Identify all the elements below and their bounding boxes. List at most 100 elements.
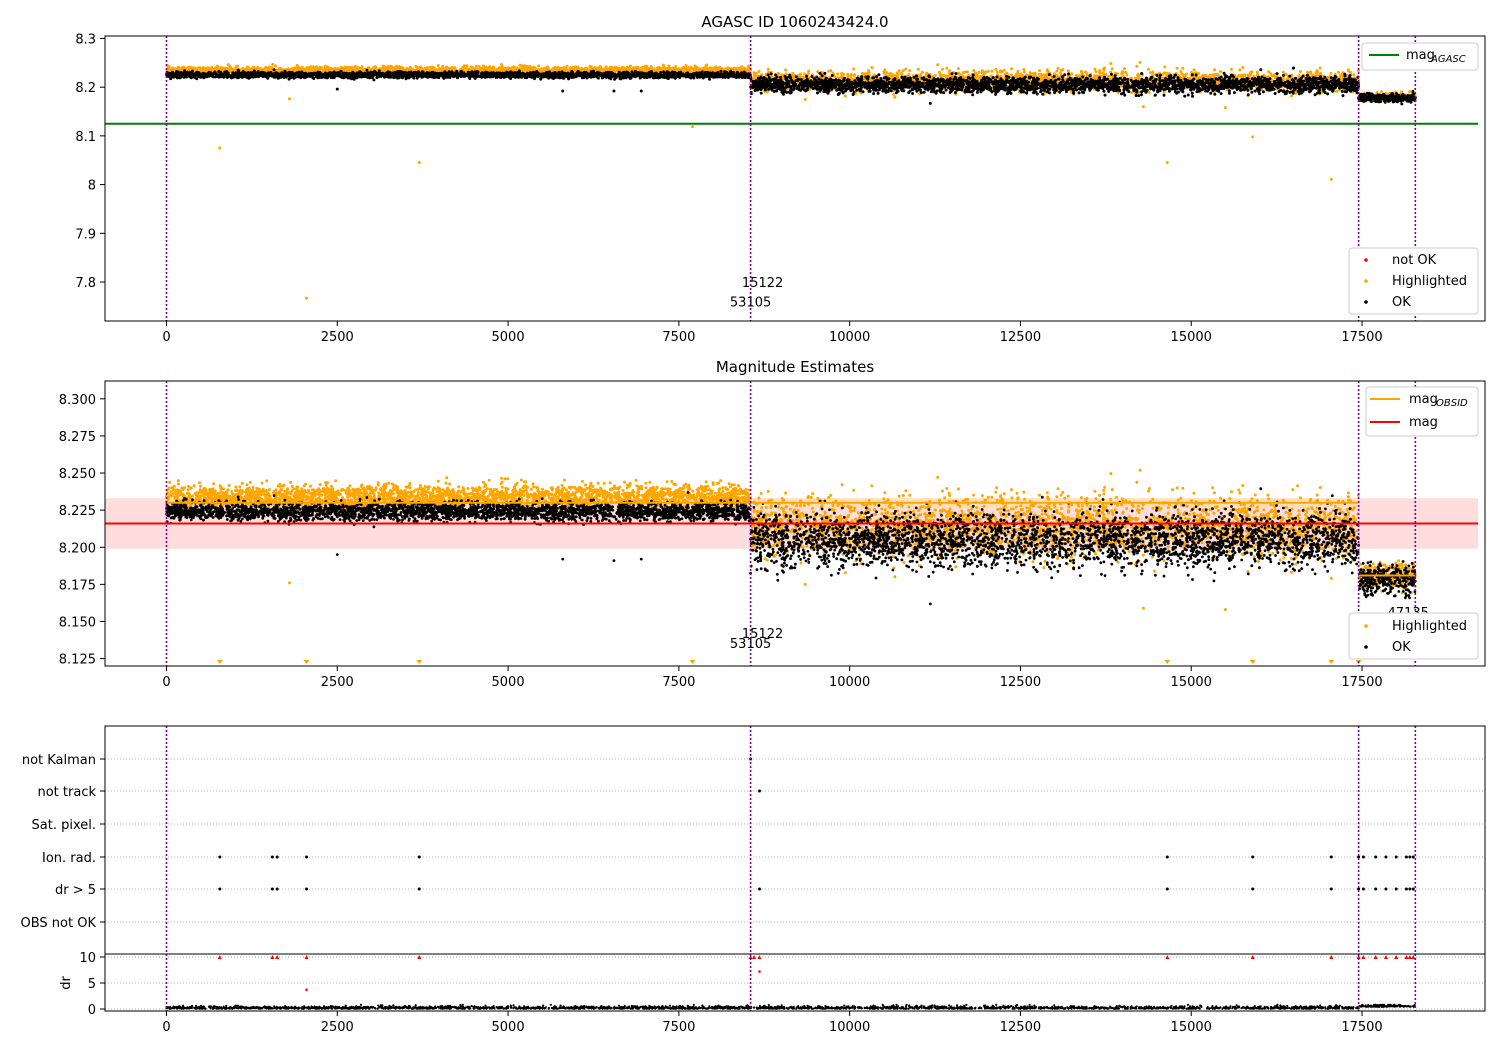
flag-point <box>305 887 309 891</box>
flag-point <box>218 855 222 859</box>
flag-point <box>1404 855 1408 859</box>
offscale-marker <box>416 660 423 664</box>
y-tick-label: 8.1 <box>75 130 96 145</box>
flag-point <box>1384 855 1388 859</box>
data-point <box>561 557 565 561</box>
data-point <box>1141 606 1145 610</box>
y-tick-label: 8.175 <box>59 578 96 593</box>
panel-estimates: Magnitude Estimates 151225310547135 0 250… <box>59 358 1486 690</box>
data-point <box>639 557 643 561</box>
x-tick-label: 5000 <box>492 1020 525 1035</box>
dr-point-red <box>305 988 308 992</box>
x-tick-label: 7500 <box>662 1020 695 1035</box>
panel2-title: Magnitude Estimates <box>716 358 874 376</box>
x-tick-label: 5000 <box>492 330 525 345</box>
panel2-legend-top: mag OBSID mag <box>1365 386 1479 437</box>
data-point <box>1329 576 1333 580</box>
flag-point <box>270 855 274 859</box>
panel1-x-ticks: 02500500075001000012500150001750020000 <box>162 321 1383 345</box>
y-tick-label: 8.150 <box>59 615 96 630</box>
panel-flags: 02500500075001000012500150001750020000 n… <box>21 725 1486 1035</box>
x-tick-label: 5000 <box>492 675 525 690</box>
panel3-frame <box>104 725 1486 1012</box>
flag-row-label: not Kalman <box>22 753 96 768</box>
flag-point <box>1361 887 1365 891</box>
offscale-marker <box>216 660 223 664</box>
legend-ok: OK <box>1392 295 1411 310</box>
flag-point <box>1411 887 1415 891</box>
x-tick-label: 12500 <box>1000 675 1041 690</box>
dr-capped-marker <box>304 955 309 959</box>
flag-row-label: OBS not OK <box>21 916 97 931</box>
x-tick-label: 17500 <box>1341 1020 1382 1035</box>
panel3-x-ticks: 02500500075001000012500150001750020000 <box>162 1011 1383 1035</box>
data-point <box>287 97 291 101</box>
offscale-marker <box>303 660 310 664</box>
flag-point <box>270 887 274 891</box>
data-point <box>335 87 339 91</box>
panel1-title: AGASC ID 1060243424.0 <box>701 13 888 31</box>
y-tick-label: 8.2 <box>75 81 96 96</box>
x-tick-label: 10000 <box>829 1020 870 1035</box>
dr-capped-marker <box>1383 955 1388 959</box>
legend2-highlighted: Highlighted <box>1392 619 1467 634</box>
legend2-ok: OK <box>1392 640 1411 655</box>
flag-point <box>1251 855 1255 859</box>
flag-point <box>1411 855 1415 859</box>
y-tick-label: 8.225 <box>59 504 96 519</box>
data-point <box>612 89 616 93</box>
x-tick-label: 0 <box>162 1020 170 1035</box>
dr-capped-marker <box>752 955 757 959</box>
data-point <box>803 582 807 586</box>
panel2-plot-area: 151225310547135 <box>105 381 1479 666</box>
data-point <box>218 146 222 150</box>
dr-points <box>165 1003 1417 1010</box>
flag-point <box>757 789 761 793</box>
dr-capped-marker <box>1394 955 1399 959</box>
y-tick-label: 8.3 <box>75 32 96 47</box>
dr-capped-marker <box>757 955 762 959</box>
y-tick-label: 8.200 <box>59 541 96 556</box>
dr-tick-label: 10 <box>79 951 96 966</box>
x-tick-label: 7500 <box>662 675 695 690</box>
x-tick-label: 17500 <box>1341 330 1382 345</box>
flag-row-label: dr > 5 <box>55 883 96 898</box>
x-tick-label: 10000 <box>829 675 870 690</box>
data-point <box>287 581 291 585</box>
dr-axis-label: dr <box>59 976 74 990</box>
flag-point <box>417 855 421 859</box>
flag-point <box>1408 855 1412 859</box>
data-point <box>1141 105 1145 109</box>
flag-point <box>1329 855 1333 859</box>
offscale-marker <box>1164 660 1171 664</box>
data-point <box>305 296 309 300</box>
legend-highlighted: Highlighted <box>1392 274 1467 289</box>
flag-point <box>275 887 279 891</box>
flag-row-label: Sat. pixel. <box>32 818 96 833</box>
x-tick-label: 15000 <box>1171 330 1212 345</box>
x-tick-label: 2500 <box>321 1020 354 1035</box>
offscale-marker <box>1328 660 1335 664</box>
y-tick-label: 8.300 <box>59 393 96 408</box>
legend-mag-label: mag <box>1409 415 1438 430</box>
panel2-legend-bottom: Highlighted OK <box>1348 612 1479 660</box>
data-point <box>335 553 339 557</box>
data-point <box>691 125 695 129</box>
y-tick-label: 8 <box>88 179 96 194</box>
legend-mag-agasc-sub: AGASC <box>1430 54 1466 65</box>
flag-row-label: Ion. rad. <box>42 851 96 866</box>
data-point <box>1165 161 1169 165</box>
x-tick-label: 0 <box>162 675 170 690</box>
flag-point <box>1394 855 1398 859</box>
y-tick-label: 8.125 <box>59 653 96 668</box>
flag-point <box>417 887 421 891</box>
flag-point <box>1404 887 1408 891</box>
data-point <box>1329 177 1333 181</box>
dr-capped-marker <box>1165 955 1170 959</box>
panel1-y-ticks: 7.8 7.9 8 8.1 8.2 8.3 <box>75 32 105 291</box>
data-point <box>1251 135 1255 139</box>
offscale-marker <box>1249 660 1256 664</box>
data-point <box>639 89 643 93</box>
x-tick-label: 17500 <box>1341 675 1382 690</box>
y-tick-label: 8.250 <box>59 467 96 482</box>
